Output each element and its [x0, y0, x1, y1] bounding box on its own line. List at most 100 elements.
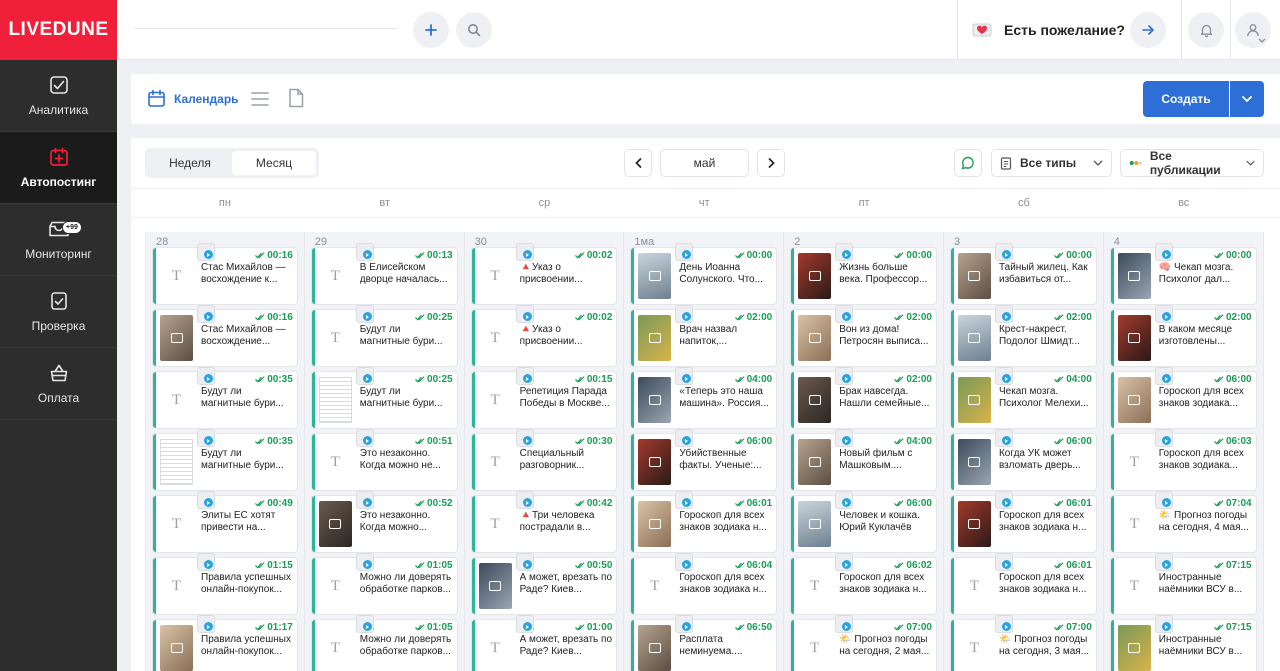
- types-filter[interactable]: Все типы: [991, 149, 1112, 177]
- post-card[interactable]: T 00:13 В Елисейском дворце началась...: [311, 243, 457, 304]
- double-check-icon: [415, 623, 425, 630]
- post-card[interactable]: 00:00 День Иоанна Солунского. Что...: [631, 243, 777, 304]
- sidebar-item-monitoring[interactable]: +99 Мониторинг: [0, 204, 117, 276]
- notifications-button[interactable]: [1188, 12, 1224, 48]
- telegram-icon: [1161, 374, 1171, 383]
- sidebar-item-check[interactable]: Проверка: [0, 276, 117, 348]
- search-field[interactable]: [135, 28, 397, 29]
- day-cell[interactable]: 29 T 00:13 В Елисейском дворце началась... T…: [304, 232, 465, 671]
- comments-button[interactable]: [954, 149, 982, 177]
- post-card[interactable]: T 00:30 Специальный разговорник...: [471, 429, 617, 490]
- telegram-icon: [682, 498, 692, 507]
- post-card[interactable]: T 01:05 Можно ли доверять обработке парков…: [311, 615, 457, 671]
- post-card[interactable]: 04:00 Чекап мозга. Психолог Мелехи...: [950, 367, 1096, 428]
- calendar-view-button[interactable]: Календарь: [147, 89, 239, 108]
- post-card[interactable]: 02:00 Брак навсегда. Нашли семейные...: [791, 367, 936, 428]
- post-card[interactable]: 02:00 Крест-накрест. Подолог Шмидт...: [950, 305, 1096, 366]
- plus-icon: [425, 24, 437, 36]
- post-card[interactable]: T 07:15 Иностранные наёмники ВСУ в...: [1110, 553, 1256, 614]
- post-card[interactable]: 06:01 Гороскоп для всех знаков зодиака н.…: [631, 491, 777, 552]
- post-card[interactable]: 00:35 Будут ли магнитные бури...: [153, 429, 297, 490]
- create-dropdown-button[interactable]: [1230, 81, 1264, 117]
- feedback-submit-button[interactable]: [1130, 12, 1166, 48]
- day-number: 2: [794, 236, 801, 248]
- day-cell[interactable]: 28 T 00:16 Стас Михайлов — восхождение к...…: [145, 232, 305, 671]
- post-card[interactable]: T 00:25 Будут ли магнитные бури...: [311, 305, 457, 366]
- post-card[interactable]: 06:00 Убийственные факты. Ученые:...: [631, 429, 777, 490]
- post-card[interactable]: T 01:00 А может, врезать по Раде? Киев...: [471, 615, 617, 671]
- month-tab[interactable]: Месяц: [232, 151, 316, 175]
- post-card[interactable]: 00:00 Тайный жилец. Как избавиться от...: [950, 243, 1096, 304]
- livedune-logo[interactable]: LIVEDUNE: [0, 0, 117, 60]
- post-card[interactable]: T 06:01 Гороскоп для всех знаков зодиака н…: [950, 553, 1096, 614]
- sidebar-item-payment[interactable]: Оплата: [0, 348, 117, 420]
- sidebar-item-analytics[interactable]: Аналитика: [0, 60, 117, 132]
- list-view-icon[interactable]: [251, 91, 269, 107]
- post-card[interactable]: T 00:42 🔺Три человека пострадали в...: [471, 491, 617, 552]
- feedback-label[interactable]: Есть пожелание?: [1004, 22, 1125, 38]
- post-card[interactable]: 02:00 Врач назвал напиток,...: [631, 305, 777, 366]
- post-card[interactable]: 06:00 Когда УК может взломать дверь...: [950, 429, 1096, 490]
- post-card[interactable]: T 06:03 Гороскоп для всех знаков зодиака..…: [1110, 429, 1256, 490]
- post-card[interactable]: 00:50 А может, врезать по Раде? Киев...: [471, 553, 617, 614]
- telegram-icon: [682, 622, 692, 631]
- sidebar-item-label: Аналитика: [28, 103, 89, 117]
- add-button[interactable]: [413, 12, 449, 48]
- text-post-icon: T: [490, 267, 500, 284]
- publications-filter[interactable]: Все публикации: [1120, 149, 1264, 177]
- post-card[interactable]: 06:50 Расплата неминуема....: [631, 615, 777, 671]
- chevron-down-icon[interactable]: [1258, 38, 1266, 44]
- post-card[interactable]: T 07:04 🌤️ Прогноз погоды на сегодня, 4 ма…: [1110, 491, 1256, 552]
- telegram-icon: [362, 622, 372, 631]
- post-card[interactable]: 02:00 В каком месяце изготовлены...: [1110, 305, 1256, 366]
- day-number: 30: [474, 236, 487, 248]
- next-month-button[interactable]: [757, 149, 785, 177]
- post-card[interactable]: T 01:05 Можно ли доверять обработке парков…: [311, 553, 457, 614]
- post-card[interactable]: T 00:49 Элиты ЕС хотят привести на...: [153, 491, 297, 552]
- post-card[interactable]: 04:00 «Теперь это наша машина». Россия...: [631, 367, 777, 428]
- post-card[interactable]: T 00:35 Будут ли магнитные бури...: [153, 367, 297, 428]
- post-time: 07:00: [894, 622, 932, 633]
- post-card[interactable]: T 00:02 🔺Указ о присвоении...: [471, 243, 617, 304]
- day-cell[interactable]: 2 00:00 Жизнь больше века. Профессор... 02:…: [784, 232, 944, 671]
- post-card[interactable]: 00:00 Жизнь больше века. Профессор...: [791, 243, 936, 304]
- post-text: Жизнь больше века. Профессор...: [839, 262, 928, 285]
- post-card[interactable]: 04:00 Новый фильм с Машковым....: [791, 429, 936, 490]
- channel-avatar: [197, 615, 215, 633]
- post-card[interactable]: 00:52 Это незаконно. Когда можно...: [311, 491, 457, 552]
- post-card[interactable]: 00:16 Стас Михайлов — восхождение...: [153, 305, 297, 366]
- weekday-label: пн: [218, 197, 231, 209]
- post-card[interactable]: T 00:16 Стас Михайлов — восхождение к...: [153, 243, 297, 304]
- search-button[interactable]: [456, 12, 492, 48]
- post-card[interactable]: 06:00 Гороскоп для всех знаков зодиака...: [1110, 367, 1256, 428]
- month-selector[interactable]: май: [660, 149, 749, 177]
- document-view-icon[interactable]: [288, 88, 304, 108]
- week-tab[interactable]: Неделя: [148, 151, 232, 175]
- post-card[interactable]: T 07:00 🌤️ Прогноз погоды на сегодня, 2 ма…: [791, 615, 936, 671]
- prev-month-button[interactable]: [624, 149, 652, 177]
- post-card[interactable]: 01:17 Правила успешных онлайн-покупок...: [153, 615, 297, 671]
- post-card[interactable]: 07:15 Иностранные наёмники ВСУ в...: [1110, 615, 1256, 671]
- post-card[interactable]: T 06:04 Гороскоп для всех знаков зодиака н…: [631, 553, 777, 614]
- sidebar-item-autoposting[interactable]: Автопостинг: [0, 132, 117, 204]
- day-cell[interactable]: 4 00:00 🧠 Чекап мозга. Психолог дал... 02:0…: [1103, 232, 1264, 671]
- post-card[interactable]: T 00:51 Это незаконно. Когда можно не...: [311, 429, 457, 490]
- text-post-icon: T: [171, 267, 182, 284]
- post-card[interactable]: T 00:15 Репетиция Парада Победы в Москве..…: [471, 367, 617, 428]
- post-time-value: 01:05: [427, 621, 453, 633]
- day-cell[interactable]: 1ма 00:00 День Иоанна Солунского. Что... 02…: [624, 232, 785, 671]
- post-card[interactable]: 02:00 Вон из дома! Петросян выписа...: [791, 305, 936, 366]
- post-card[interactable]: 06:01 Гороскоп для всех знаков зодиака н.…: [950, 491, 1096, 552]
- create-button[interactable]: Создать: [1143, 81, 1229, 117]
- post-card[interactable]: 00:00 🧠 Чекап мозга. Психолог дал...: [1110, 243, 1256, 304]
- post-card[interactable]: T 07:00 🌤️ Прогноз погоды на сегодня, 3 ма…: [950, 615, 1096, 671]
- day-cell[interactable]: 3 00:00 Тайный жилец. Как избавиться от...…: [943, 232, 1104, 671]
- post-card[interactable]: 06:00Человек и кошка. Юрий Куклачёв —...: [791, 491, 936, 552]
- post-card[interactable]: T 06:02 Гороскоп для всех знаков зодиака н…: [791, 553, 936, 614]
- channel-avatar: [355, 491, 374, 509]
- day-cell[interactable]: 30 T 00:02 🔺Указ о присвоении... T 00:02 🔺Указ…: [464, 232, 625, 671]
- post-card[interactable]: T 00:02 🔺Указ о присвоении...: [471, 305, 617, 366]
- post-card[interactable]: T 01:15 Правила успешных онлайн-покупок...: [153, 553, 297, 614]
- day-number: 1ма: [634, 236, 655, 248]
- post-card[interactable]: 00:25 Будут ли магнитные бури...: [311, 367, 457, 428]
